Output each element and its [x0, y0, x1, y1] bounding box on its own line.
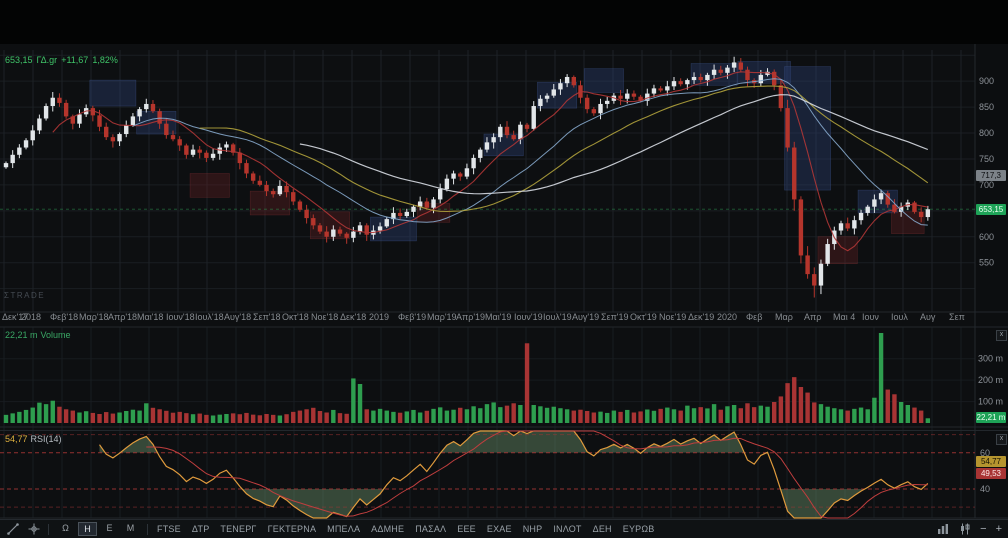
- last-price-badge: 653,15: [976, 204, 1006, 215]
- bottom-toolbar: ΩΗΕΜ FTSE ΔΤΡ ΤΕΝΕΡΓ ΓΕΚΤΕΡΝΑ ΜΠΕΛΑ ΑΔΜΗΕ ΠΑΣΑ…: [0, 519, 1008, 538]
- svg-text:Οκτ'19: Οκτ'19: [630, 312, 657, 322]
- ticker-button[interactable]: ΕΥΡΩΒ: [622, 524, 656, 534]
- svg-text:850: 850: [979, 102, 994, 112]
- svg-text:Ιουν: Ιουν: [862, 312, 879, 322]
- zoom-in-button[interactable]: +: [996, 524, 1002, 535]
- period-button-Μ[interactable]: Μ: [122, 522, 139, 536]
- svg-text:2018: 2018: [21, 312, 41, 322]
- svg-text:Δεκ'19: Δεκ'19: [688, 312, 714, 322]
- svg-text:Δεκ'18: Δεκ'18: [340, 312, 366, 322]
- period-button-group: ΩΗΕΜ: [57, 522, 139, 536]
- svg-text:Μαρ: Μαρ: [775, 312, 793, 322]
- ticker-button-group: FTSE ΔΤΡ ΤΕΝΕΡΓ ΓΕΚΤΕΡΝΑ ΜΠΕΛΑ ΑΔΜΗΕ ΠΑΣΑΛ ΕΕΕ Ε…: [156, 524, 656, 534]
- svg-text:Μαρ'19: Μαρ'19: [427, 312, 457, 322]
- svg-text:200 m: 200 m: [978, 375, 1003, 385]
- svg-text:800: 800: [979, 128, 994, 138]
- svg-text:Νοε'18: Νοε'18: [311, 312, 338, 322]
- ticker-button[interactable]: ΔΤΡ: [191, 524, 211, 534]
- period-button-Ω[interactable]: Ω: [57, 522, 74, 536]
- svg-text:Φεβ: Φεβ: [746, 312, 762, 322]
- svg-text:Ιουν'18: Ιουν'18: [166, 312, 195, 322]
- period-button-Η[interactable]: Η: [78, 522, 97, 536]
- bar-chart-style-icon[interactable]: [936, 523, 949, 536]
- svg-text:Μαι'19: Μαι'19: [485, 312, 511, 322]
- volume-axis-labels: 300 m 200 m 100 m: [978, 354, 1003, 407]
- trendline-tool-icon[interactable]: [6, 523, 19, 536]
- svg-text:300 m: 300 m: [978, 354, 1003, 364]
- symbol-text: ΓΔ.gr: [37, 55, 58, 65]
- volume-panel-close-button[interactable]: x: [996, 330, 1007, 341]
- ticker-button[interactable]: ΕΕΕ: [456, 524, 477, 534]
- svg-text:2019: 2019: [369, 312, 389, 322]
- toolbar-separator: [147, 524, 148, 535]
- last-price-text: 653,15: [5, 55, 33, 65]
- ticker-button[interactable]: ΝΗΡ: [522, 524, 544, 534]
- svg-text:Απρ'18: Απρ'18: [108, 312, 137, 322]
- volume-badge: 22,21 m: [976, 412, 1006, 423]
- svg-text:Ιουν'19: Ιουν'19: [514, 312, 543, 322]
- time-axis-labels: Δεκ'172018Φεβ'18Μαρ'18Απρ'18Μαι'18Ιουν'1…: [2, 312, 965, 322]
- candlestick-style-icon[interactable]: [958, 523, 971, 536]
- svg-text:Απρ: Απρ: [804, 312, 821, 322]
- svg-text:Μαι'18: Μαι'18: [137, 312, 163, 322]
- trading-platform-window: 900850800750700650600550300 m200 m100 m6…: [0, 0, 1008, 538]
- svg-text:900: 900: [979, 76, 994, 86]
- svg-text:Αυγ'19: Αυγ'19: [572, 312, 599, 322]
- volume-legend: 22,21 mVolume: [5, 330, 74, 340]
- rsi-label-text: RSI(14): [31, 434, 62, 444]
- crosshair-tool-icon[interactable]: [27, 523, 40, 536]
- svg-text:2020: 2020: [717, 312, 737, 322]
- svg-text:Απρ'19: Απρ'19: [456, 312, 485, 322]
- svg-text:Σεπ: Σεπ: [949, 312, 965, 322]
- rsi-value-badge: 54,77: [976, 456, 1006, 467]
- volume-value-text: 22,21 m: [5, 330, 38, 340]
- svg-text:Αυγ: Αυγ: [920, 312, 936, 322]
- svg-text:Σεπ'18: Σεπ'18: [253, 312, 281, 322]
- ticker-button[interactable]: ΓΕΚΤΕΡΝΑ: [267, 524, 318, 534]
- svg-text:Οκτ'18: Οκτ'18: [282, 312, 309, 322]
- svg-text:Μαι 4: Μαι 4: [833, 312, 855, 322]
- ticker-button[interactable]: ΤΕΝΕΡΓ: [219, 524, 257, 534]
- svg-text:550: 550: [979, 258, 994, 268]
- rsi-legend: 54,77RSI(14): [5, 434, 62, 444]
- svg-text:Φεβ'18: Φεβ'18: [50, 312, 78, 322]
- chart-canvas[interactable]: 900850800750700650600550300 m200 m100 m6…: [0, 0, 1008, 538]
- toolbar-right-group: − +: [936, 523, 1002, 536]
- zoom-out-button[interactable]: −: [980, 524, 986, 535]
- svg-text:Ιουλ'18: Ιουλ'18: [195, 312, 224, 322]
- ticker-button[interactable]: ΙΝΛΟΤ: [552, 524, 582, 534]
- ticker-button[interactable]: ΜΠΕΛΑ: [326, 524, 361, 534]
- toolbar-separator: [48, 524, 49, 535]
- period-button-Ε[interactable]: Ε: [101, 522, 118, 536]
- top-strip: [0, 0, 1008, 44]
- svg-text:Σεπ'19: Σεπ'19: [601, 312, 629, 322]
- platform-watermark: ΣTRADE: [4, 291, 45, 300]
- symbol-legend: 653,15 ΓΔ.gr+11,67 1,82%: [5, 55, 122, 65]
- ticker-button[interactable]: ΔΕΗ: [592, 524, 613, 534]
- rsi-value-text: 54,77: [5, 434, 28, 444]
- svg-text:700: 700: [979, 180, 994, 190]
- svg-text:600: 600: [979, 232, 994, 242]
- ticker-button[interactable]: ΕΧΑΕ: [486, 524, 513, 534]
- svg-text:40: 40: [980, 484, 990, 494]
- change-pct-text: 1,82%: [92, 55, 118, 65]
- svg-text:Νοε'19: Νοε'19: [659, 312, 686, 322]
- svg-text:Ιουλ'19: Ιουλ'19: [543, 312, 572, 322]
- rsi-signal-badge: 49,53: [976, 468, 1006, 479]
- svg-text:100 m: 100 m: [978, 397, 1003, 407]
- svg-text:Φεβ'19: Φεβ'19: [398, 312, 426, 322]
- svg-text:Ιουλ: Ιουλ: [891, 312, 908, 322]
- svg-text:750: 750: [979, 154, 994, 164]
- svg-text:Μαρ'18: Μαρ'18: [79, 312, 109, 322]
- ticker-button[interactable]: ΑΔΜΗΕ: [370, 524, 405, 534]
- volume-label-text: Volume: [41, 330, 71, 340]
- svg-text:Αυγ'18: Αυγ'18: [224, 312, 251, 322]
- rsi-panel-close-button[interactable]: x: [996, 434, 1007, 445]
- ticker-button[interactable]: FTSE: [156, 524, 182, 534]
- change-text: +11,67: [61, 55, 88, 65]
- ticker-button[interactable]: ΠΑΣΑΛ: [414, 524, 447, 534]
- price-mark-badge: 717,3: [976, 170, 1006, 181]
